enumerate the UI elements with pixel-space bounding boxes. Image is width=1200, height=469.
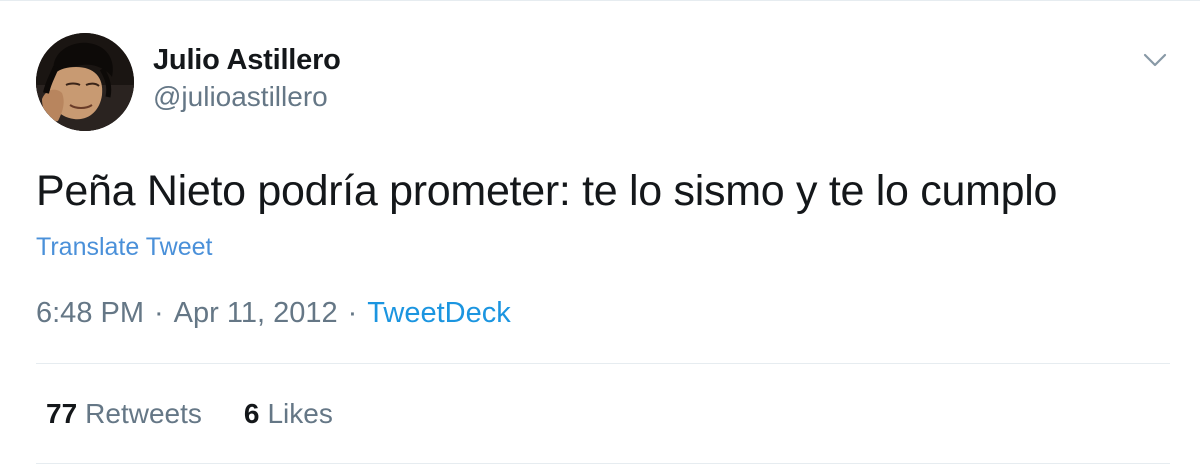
tweet-text: Peña Nieto podría prometer: te lo sismo … (36, 167, 1058, 215)
avatar-image (36, 33, 134, 131)
tweet-header: Julio Astillero @julioastillero (36, 33, 341, 131)
divider (36, 363, 1170, 364)
tweet-time[interactable]: 6:48 PM (36, 297, 144, 329)
divider (36, 463, 1170, 464)
author-names: Julio Astillero @julioastillero (153, 42, 341, 116)
meta-separator: · (347, 297, 358, 329)
retweets-label: Retweets (85, 398, 202, 429)
retweets-stat[interactable]: 77 Retweets (46, 394, 202, 434)
avatar[interactable] (36, 33, 134, 131)
tweet-card: Julio Astillero @julioastillero Peña Nie… (0, 0, 1200, 469)
tweet-metadata: 6:48 PM · Apr 11, 2012 · TweetDeck (36, 293, 511, 333)
author-handle[interactable]: @julioastillero (153, 78, 341, 116)
meta-separator: · (154, 297, 164, 329)
tweet-source-link[interactable]: TweetDeck (367, 297, 510, 329)
tweet-stats: 77 Retweets 6 Likes (46, 394, 333, 434)
translate-tweet-link[interactable]: Translate Tweet (36, 231, 212, 263)
author-display-name[interactable]: Julio Astillero (153, 42, 341, 78)
tweet-date[interactable]: Apr 11, 2012 (174, 297, 338, 329)
retweets-count: 77 (46, 398, 78, 429)
likes-count: 6 (243, 398, 260, 429)
chevron-down-icon[interactable] (1140, 45, 1170, 75)
likes-stat[interactable]: 6 Likes (244, 394, 333, 434)
likes-label: Likes (267, 398, 333, 429)
